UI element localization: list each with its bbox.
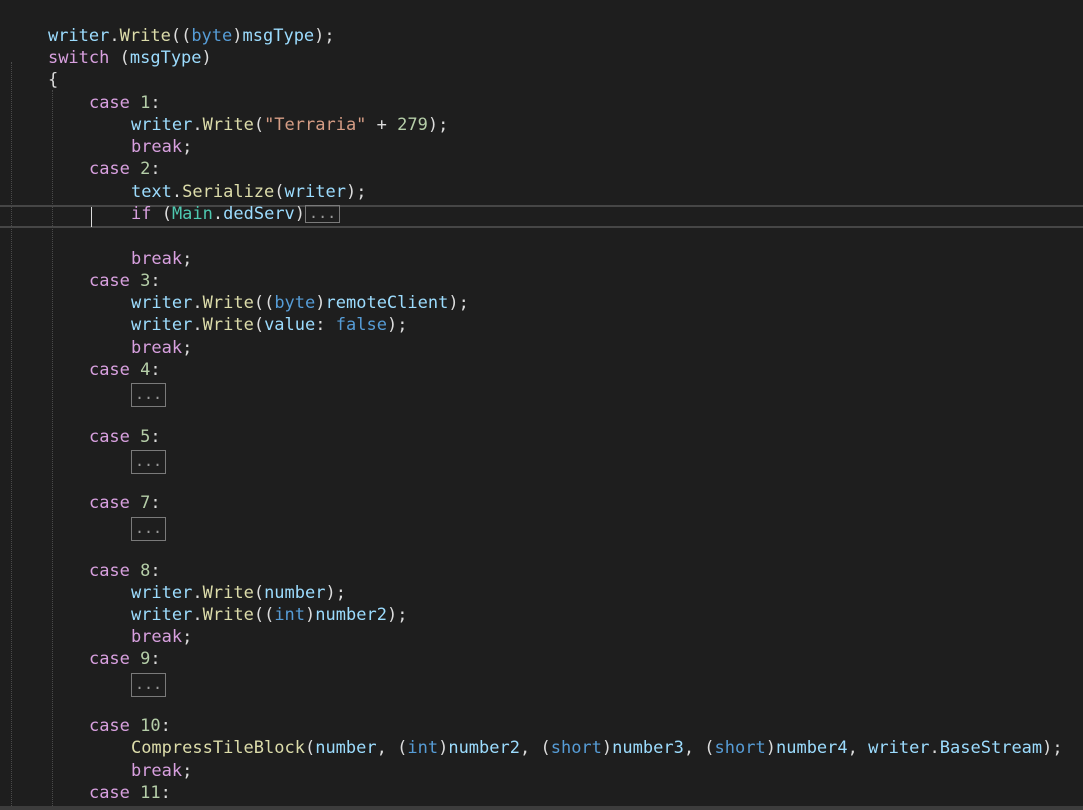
token-msgtype: msgType [242, 26, 315, 46]
code-line-case-4[interactable]: case 4: [48, 337, 161, 380]
indent-guide-outer [11, 62, 12, 810]
code-line-write-false[interactable]: writer.Write(value: false); [90, 292, 407, 335]
code-line-break-8[interactable]: break; [90, 604, 192, 647]
code-line-write-number[interactable]: writer.Write(number); [90, 560, 346, 603]
code-line-collapsed-4[interactable]: ... [90, 361, 167, 407]
code-line-write-short-number[interactable]: writer.Write((short)number); [90, 782, 418, 810]
code-line-case-8[interactable]: case 8: [48, 538, 161, 581]
editor-bottom-bar [0, 806, 1083, 810]
code-line-case-9[interactable]: case 9: [48, 626, 161, 669]
code-line-case-2[interactable]: case 2: [48, 136, 161, 179]
code-line-if-dedserv[interactable]: if (Main.dedServ)... [90, 181, 341, 224]
code-line-break-10[interactable]: break; [90, 738, 192, 781]
code-line-write-remoteclient[interactable]: writer.Write((byte)remoteClient); [90, 270, 469, 313]
code-line-case-11[interactable]: case 11: [48, 760, 171, 803]
collapsed-region-if[interactable]: ... [305, 205, 341, 223]
code-line-1[interactable]: writer.Write((byte)msgType); [7, 3, 335, 46]
code-line-case-10[interactable]: case 10: [48, 693, 171, 736]
code-line-case-3[interactable]: case 3: [48, 248, 161, 291]
code-line-case-1[interactable]: case 1: [48, 70, 161, 113]
code-line-compress-tile-block[interactable]: CompressTileBlock(number, (int)number2, … [90, 715, 1063, 758]
code-line-serialize[interactable]: text.Serialize(writer); [90, 159, 367, 202]
code-line-collapsed-5[interactable]: ... [90, 428, 167, 474]
token-terraria-string: "Terraria" [264, 115, 367, 135]
code-line-break-1[interactable]: break; [90, 114, 192, 157]
code-line-write-number2[interactable]: writer.Write((int)number2); [90, 582, 407, 625]
token-main-class: Main [171, 204, 213, 224]
code-editor[interactable]: writer.Write((byte)msgType); switch (msg… [0, 0, 1083, 810]
code-line-2[interactable]: switch (msgType) [7, 25, 212, 68]
code-line-3[interactable]: { [7, 47, 58, 90]
code-line-collapsed-7[interactable]: ... [90, 495, 167, 541]
code-line-case-5[interactable]: case 5: [48, 404, 161, 447]
code-line-break-2[interactable]: break; [90, 226, 192, 269]
code-line-break-3[interactable]: break; [90, 315, 192, 358]
code-line-write-terraria[interactable]: writer.Write("Terraria" + 279); [90, 92, 448, 135]
code-line-case-7[interactable]: case 7: [48, 470, 161, 513]
code-line-collapsed-9[interactable]: ... [90, 651, 167, 697]
